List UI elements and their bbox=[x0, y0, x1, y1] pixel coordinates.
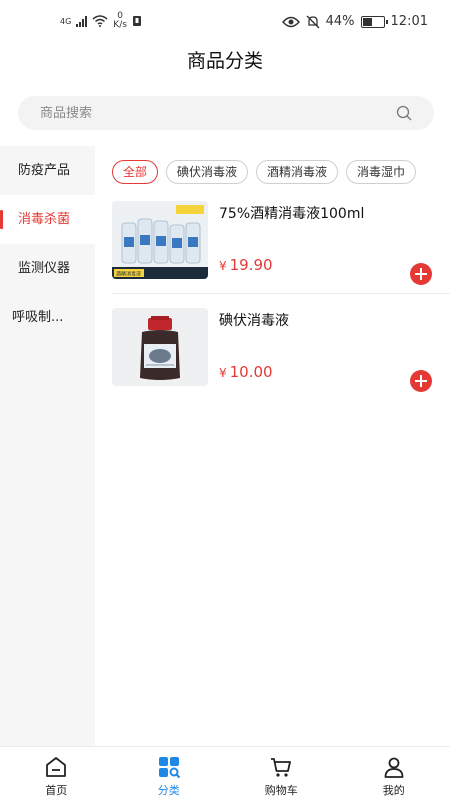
status-bar: 4G 0 K/s 44% 12:01 bbox=[0, 0, 450, 44]
product-price: ¥19.90 bbox=[219, 256, 273, 274]
image-label: 酒精消毒液 bbox=[116, 271, 141, 278]
iodophor-bottle-image bbox=[112, 308, 208, 386]
tag-alcohol[interactable]: 酒精消毒液 bbox=[256, 160, 339, 184]
add-to-cart-button[interactable] bbox=[410, 370, 432, 392]
sidebar-item-monitoring-instruments[interactable]: 监测仪器 bbox=[0, 244, 95, 293]
status-right: 44% 12:01 bbox=[281, 14, 428, 29]
product-item[interactable]: 酒精消毒液 75%酒精消毒液100ml ¥19.90 bbox=[112, 201, 432, 301]
tag-all[interactable]: 全部 bbox=[112, 160, 159, 184]
sidebar-item-label: 消毒杀菌 bbox=[18, 212, 71, 227]
tab-home[interactable]: 首页 bbox=[0, 747, 113, 800]
home-icon bbox=[46, 757, 67, 777]
tab-label: 购物车 bbox=[264, 784, 298, 797]
price-value: 19.90 bbox=[229, 256, 273, 274]
clock: 12:01 bbox=[390, 14, 428, 29]
cart-icon bbox=[271, 758, 292, 777]
tab-mine[interactable]: 我的 bbox=[338, 747, 450, 800]
net-speed-unit: K/s bbox=[113, 20, 127, 30]
product-price: ¥10.00 bbox=[219, 363, 273, 381]
divider bbox=[112, 293, 450, 294]
sim-icon bbox=[132, 16, 141, 26]
product-image[interactable] bbox=[112, 308, 208, 386]
tag-wipes[interactable]: 消毒湿巾 bbox=[346, 160, 417, 184]
sidebar-item-disinfection[interactable]: 消毒杀菌 bbox=[0, 195, 95, 244]
product-image[interactable]: 酒精消毒液 bbox=[112, 201, 208, 279]
wifi-icon bbox=[92, 15, 108, 27]
search-bar[interactable] bbox=[18, 96, 434, 130]
page-title: 商品分类 bbox=[186, 50, 263, 72]
search-input[interactable] bbox=[40, 96, 380, 130]
category-icon bbox=[158, 757, 180, 779]
tab-cart[interactable]: 购物车 bbox=[225, 747, 338, 800]
battery-percent: 44% bbox=[325, 14, 355, 29]
status-left: 4G 0 K/s bbox=[60, 12, 142, 30]
sidebar-item-respiratory[interactable]: 呼吸制... bbox=[0, 293, 95, 342]
category-sidebar: 防疫产品 消毒杀菌 监测仪器 呼吸制... bbox=[0, 146, 95, 746]
price-currency: ¥ bbox=[219, 366, 227, 380]
battery-icon bbox=[360, 15, 388, 28]
eye-icon bbox=[281, 16, 300, 27]
alcohol-bottles-image: 酒精消毒液 bbox=[112, 201, 208, 279]
network-type: 4G bbox=[60, 16, 72, 26]
product-name[interactable]: 碘伏消毒液 bbox=[219, 310, 289, 330]
category-screen: 4G 0 K/s 44% 12:01 商品分类 商品搜索 防疫产品 消毒杀菌 监… bbox=[0, 0, 450, 800]
sidebar-item-label: 防疫产品 bbox=[18, 163, 71, 178]
tab-label: 分类 bbox=[157, 784, 180, 797]
signal-icon bbox=[76, 15, 88, 27]
tag-iodophor[interactable]: 碘伏消毒液 bbox=[166, 160, 249, 184]
bottom-tab-bar: 首页 分类 购物车 我的 bbox=[0, 746, 450, 800]
sidebar-item-label: 监测仪器 bbox=[18, 261, 71, 276]
sidebar-item-epidemic-products[interactable]: 防疫产品 bbox=[0, 146, 95, 195]
net-speed: 0 K/s bbox=[113, 12, 127, 30]
search-icon[interactable] bbox=[396, 105, 412, 121]
product-item[interactable]: 碘伏消毒液 ¥10.00 bbox=[112, 308, 432, 408]
tab-label: 我的 bbox=[382, 784, 405, 797]
price-currency: ¥ bbox=[219, 259, 227, 273]
mute-bell-icon bbox=[306, 15, 320, 28]
user-icon bbox=[384, 757, 404, 778]
tab-category[interactable]: 分类 bbox=[113, 747, 226, 800]
add-to-cart-button[interactable] bbox=[410, 263, 432, 285]
tab-label: 首页 bbox=[45, 784, 68, 797]
product-name[interactable]: 75%酒精消毒液100ml bbox=[219, 203, 364, 223]
price-value: 10.00 bbox=[229, 363, 273, 381]
filter-tags: 全部 碘伏消毒液 酒精消毒液 消毒湿巾 bbox=[112, 160, 450, 186]
sidebar-item-label: 呼吸制... bbox=[12, 310, 64, 325]
